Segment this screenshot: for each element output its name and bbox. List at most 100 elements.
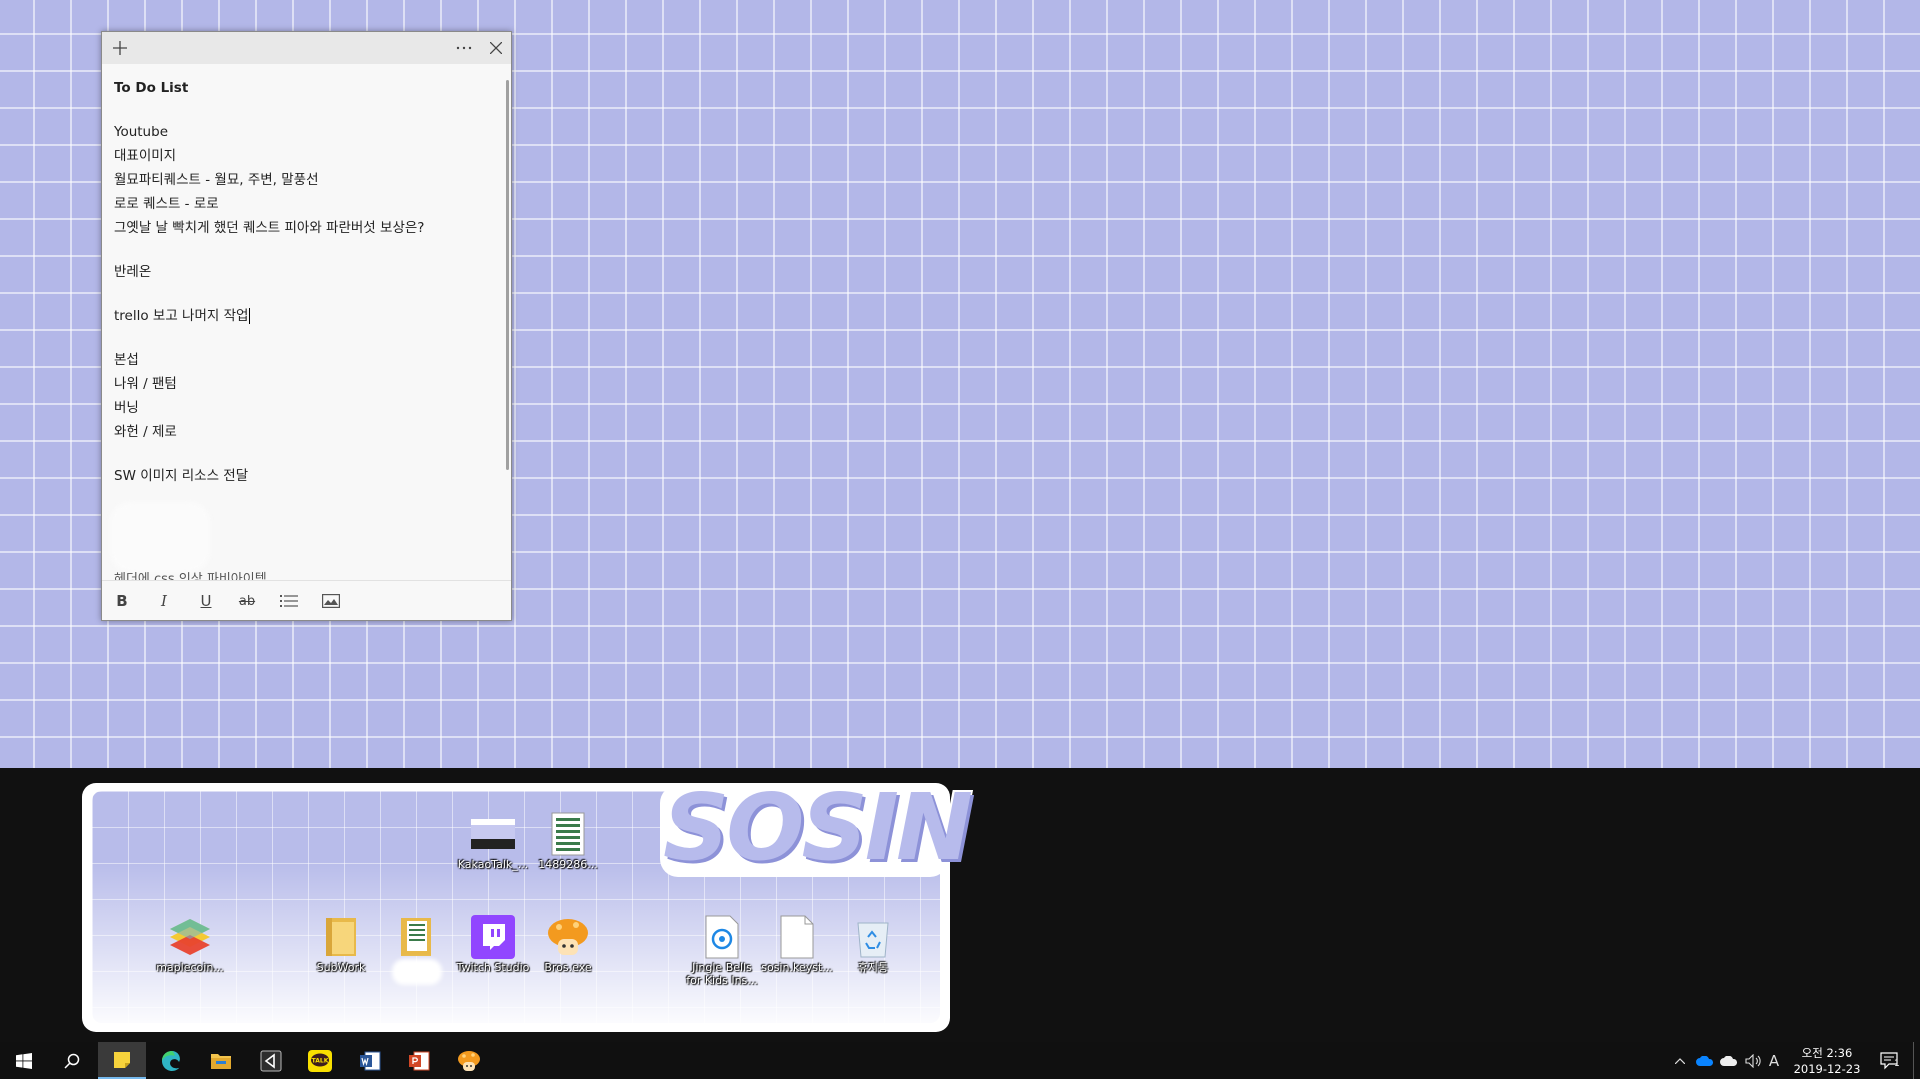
sticky-notes-app[interactable] bbox=[98, 1042, 146, 1079]
note-title: To Do List bbox=[114, 80, 189, 96]
note-line-cutoff: 헤더에 css 인상 파비아이템 bbox=[114, 572, 267, 580]
note-line: 버닝 bbox=[114, 400, 139, 416]
folder-icon bbox=[211, 1053, 231, 1069]
desktop-icon-maplecoin[interactable]: maplecoin... bbox=[152, 915, 228, 974]
ime-indicator[interactable]: A bbox=[1764, 1042, 1784, 1079]
clock-date: 2019-12-23 bbox=[1793, 1062, 1861, 1076]
underline-button[interactable]: U bbox=[188, 581, 224, 621]
onedrive-personal-tray[interactable] bbox=[1718, 1042, 1740, 1079]
desktop-icon-jingle-bells[interactable]: Jingle Bells for Kids Ins... bbox=[684, 915, 760, 987]
note-line bbox=[114, 328, 495, 348]
icon-label: Jingle Bells for Kids Ins... bbox=[686, 961, 758, 987]
icon-label: Bros.exe bbox=[544, 961, 592, 974]
bold-button[interactable]: B bbox=[104, 581, 140, 621]
search-button[interactable] bbox=[48, 1042, 96, 1079]
icon-label: Twitch Studio bbox=[456, 961, 530, 974]
twitch-icon bbox=[471, 915, 515, 959]
strikethrough-button[interactable]: ab bbox=[229, 581, 265, 621]
desktop-icon-subwork-folder[interactable]: SubWork bbox=[303, 915, 379, 974]
show-desktop-button[interactable] bbox=[1913, 1042, 1920, 1079]
clock-time: 오전 2:36 bbox=[1801, 1046, 1853, 1060]
sticky-notes-icon bbox=[114, 1051, 130, 1068]
kakaotalk-app[interactable]: TALK bbox=[296, 1042, 344, 1079]
desktop-icon-kakaotalk-file[interactable]: KakaoTalk_... bbox=[455, 812, 531, 871]
powerpoint-icon bbox=[409, 1051, 430, 1070]
sosin-logo: SOSIN bbox=[663, 774, 973, 881]
image-icon bbox=[322, 594, 340, 608]
note-line: trello 보고 나머지 작업 bbox=[114, 304, 495, 328]
icon-label: maplecoin... bbox=[156, 961, 224, 974]
note-line: 본섭 bbox=[114, 352, 139, 368]
note-scrollbar[interactable] bbox=[506, 80, 509, 470]
word-app[interactable] bbox=[346, 1042, 394, 1079]
desktop-icon-twitch-studio[interactable]: Twitch Studio bbox=[455, 915, 531, 974]
desktop-icon-recycle-bin[interactable]: 휴지통 bbox=[835, 915, 911, 974]
kakaotalk-image-icon bbox=[471, 812, 515, 856]
icon-label: sosin.keyst... bbox=[761, 961, 833, 974]
desktop-icon-bros-exe[interactable]: Bros.exe bbox=[530, 915, 606, 974]
taskbar: TALK A 오전 2:36 2019-12-23 1 bbox=[0, 1042, 1920, 1079]
note-line bbox=[114, 240, 495, 260]
note-line: 반레온 bbox=[114, 264, 152, 280]
chevron-up-icon bbox=[1675, 1057, 1685, 1064]
kakao-badge-text: TALK bbox=[312, 1057, 329, 1064]
note-titlebar[interactable] bbox=[102, 32, 511, 64]
note-toolbar: B I U ab bbox=[102, 580, 511, 620]
maplestory-app[interactable] bbox=[445, 1042, 493, 1079]
icon-label: 휴지통 bbox=[857, 961, 889, 974]
image-button[interactable] bbox=[313, 581, 349, 621]
italic-button[interactable]: I bbox=[146, 581, 182, 621]
note-line bbox=[114, 284, 495, 304]
visual-studio-icon bbox=[260, 1050, 282, 1071]
onedrive-icon bbox=[1696, 1055, 1713, 1066]
onedrive-tray[interactable] bbox=[1694, 1042, 1716, 1079]
search-icon bbox=[64, 1053, 80, 1069]
close-icon[interactable] bbox=[480, 32, 512, 64]
desktop-icon-sosin-keystore[interactable]: sosin.keyst... bbox=[759, 915, 835, 974]
note-line: 나워 / 팬텀 bbox=[114, 376, 177, 392]
mushroom-icon bbox=[546, 915, 590, 959]
bullet-list-button[interactable] bbox=[271, 581, 307, 621]
mushroom-icon bbox=[458, 1050, 480, 1071]
plus-icon[interactable] bbox=[104, 32, 136, 64]
cloud-icon bbox=[1720, 1055, 1737, 1066]
volume-tray[interactable] bbox=[1742, 1042, 1764, 1079]
note-line: 그옛날 날 빡치게 했던 퀘스트 피아와 파란버섯 보상은? bbox=[114, 220, 425, 236]
note-line bbox=[114, 100, 495, 120]
folder-icon bbox=[394, 915, 438, 959]
speaker-icon bbox=[1745, 1053, 1761, 1068]
show-hidden-icons-button[interactable] bbox=[1668, 1042, 1692, 1079]
note-line: SW 이미지 리소스 전달 bbox=[114, 468, 249, 484]
visual-studio-app[interactable] bbox=[247, 1042, 295, 1079]
audio-file-icon bbox=[700, 915, 744, 959]
kakaotalk-icon: TALK bbox=[308, 1049, 332, 1072]
more-icon[interactable] bbox=[448, 32, 480, 64]
notification-count: 1 bbox=[1894, 1059, 1900, 1069]
edge-app[interactable] bbox=[148, 1042, 196, 1079]
recycle-bin-icon bbox=[851, 915, 895, 959]
sticky-note-window[interactable]: To Do List Youtube 대표이미지 월묘파티퀘스트 - 월묘, 주… bbox=[101, 31, 512, 621]
note-line: 로로 퀘스트 - 로로 bbox=[114, 196, 219, 212]
powerpoint-app[interactable] bbox=[395, 1042, 443, 1079]
spreadsheet-file-icon bbox=[546, 812, 590, 856]
bullet-list-icon bbox=[280, 595, 298, 607]
redacted-area bbox=[110, 502, 210, 572]
desktop-icon-blurred-folder[interactable] bbox=[378, 915, 454, 985]
icon-label: 1489286... bbox=[538, 858, 598, 871]
blank-file-icon bbox=[775, 915, 819, 959]
desktop-icon-file-1489286[interactable]: 1489286... bbox=[530, 812, 606, 871]
note-line: 와헌 / 제로 bbox=[114, 424, 177, 440]
start-button[interactable] bbox=[0, 1042, 48, 1079]
file-explorer-app[interactable] bbox=[197, 1042, 245, 1079]
action-center-button[interactable]: 1 bbox=[1872, 1042, 1908, 1079]
folder-icon bbox=[319, 915, 363, 959]
note-line: 월묘파티퀘스트 - 월묘, 주변, 말풍선 bbox=[114, 172, 319, 188]
icon-label: SubWork bbox=[316, 961, 366, 974]
note-line bbox=[114, 444, 495, 464]
bluestacks-icon bbox=[168, 915, 212, 959]
note-line: Youtube bbox=[114, 124, 168, 140]
word-icon bbox=[360, 1051, 381, 1070]
taskbar-clock[interactable]: 오전 2:36 2019-12-23 bbox=[1782, 1042, 1872, 1079]
note-line: 대표이미지 bbox=[114, 148, 177, 164]
edge-icon bbox=[162, 1050, 180, 1071]
